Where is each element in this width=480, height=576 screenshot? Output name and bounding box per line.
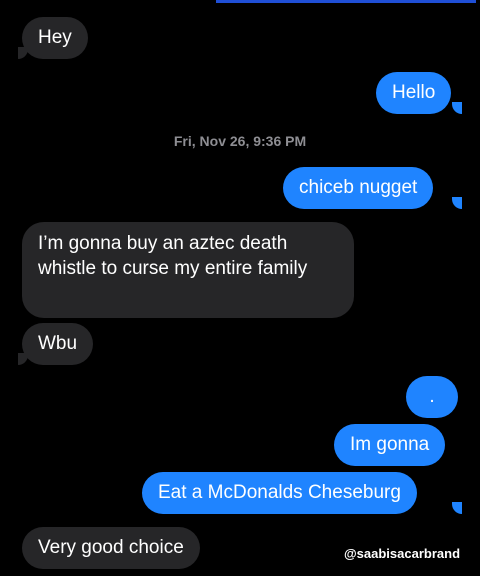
message-bubble-incoming[interactable]: Wbu xyxy=(22,323,94,365)
message-bubble-incoming[interactable]: I’m gonna buy an aztec death whistle to … xyxy=(22,222,354,318)
message-text: Very good choice xyxy=(38,537,184,558)
message-text: Wbu xyxy=(38,333,78,354)
message-bubble-incoming[interactable]: Very good choice xyxy=(22,527,200,569)
bubble-tail xyxy=(452,197,462,209)
message-bubble-outgoing[interactable]: Im gonna xyxy=(334,424,446,466)
message-text: Hello xyxy=(392,82,436,103)
message-bubble-outgoing[interactable]: Eat a McDonalds Cheseburg xyxy=(142,472,417,514)
message-text: . xyxy=(429,386,435,407)
message-text: chiceb nugget xyxy=(299,177,418,198)
message-bubble-incoming[interactable]: Hey xyxy=(22,17,88,59)
message-text: Im gonna xyxy=(350,434,430,455)
message-text: I’m gonna buy an aztec death whistle to … xyxy=(38,233,308,279)
top-edge-bar xyxy=(216,0,476,3)
bubble-tail xyxy=(18,47,28,59)
watermark: @saabisacarbrand xyxy=(344,546,461,561)
bubble-tail xyxy=(18,353,28,365)
bubble-tail xyxy=(452,102,462,114)
message-text: Eat a McDonalds Cheseburg xyxy=(158,482,401,503)
bubble-tail xyxy=(452,502,462,514)
message-bubble-outgoing[interactable]: . xyxy=(406,376,458,418)
message-bubble-outgoing[interactable]: chiceb nugget xyxy=(283,167,434,209)
timestamp-divider: Fri, Nov 26, 9:36 PM xyxy=(173,133,307,149)
message-bubble-outgoing[interactable]: Hello xyxy=(376,72,452,114)
message-text: Hey xyxy=(38,27,72,48)
